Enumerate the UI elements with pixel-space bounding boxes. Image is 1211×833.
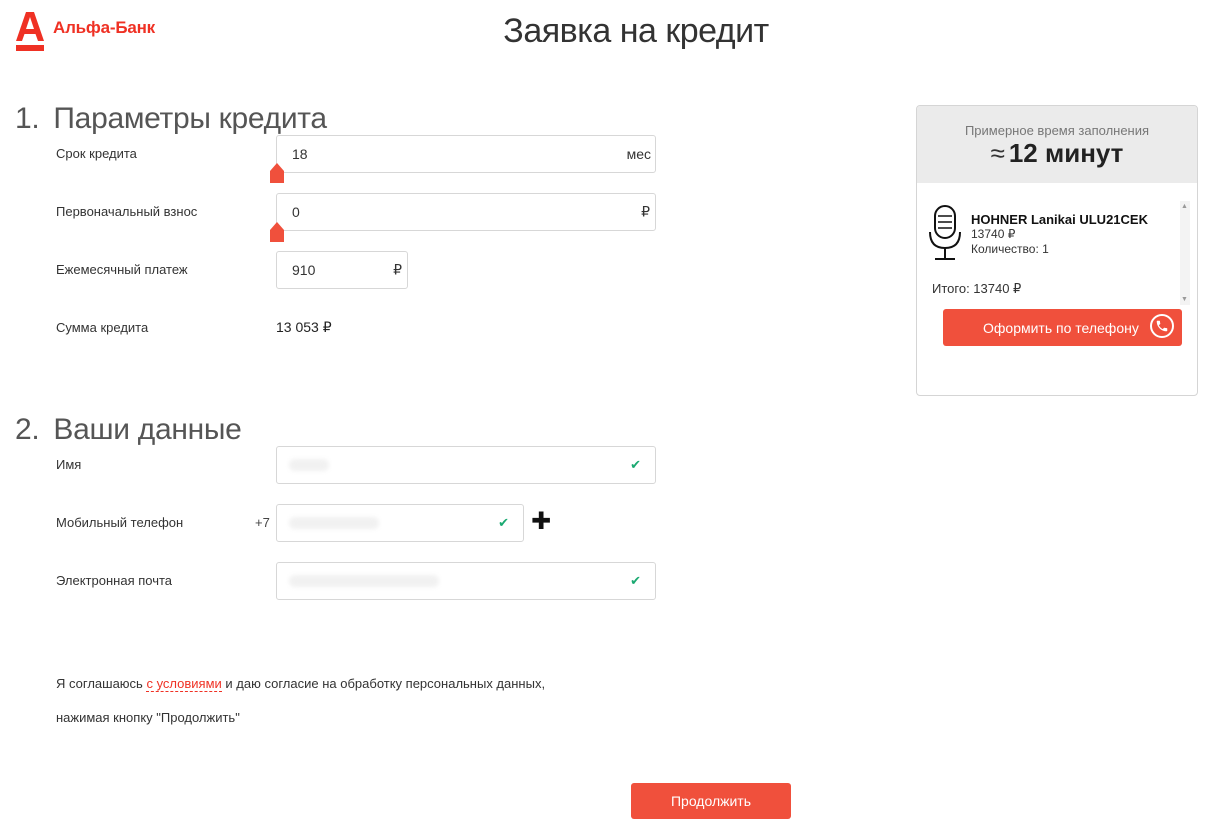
consent-text: Я соглашаюсь с условиями и даю согласие … <box>56 676 546 692</box>
product-price: 13740 ₽ <box>971 227 1016 241</box>
term-input[interactable]: 18 мес <box>276 135 656 173</box>
fill-time-caption: Примерное время заполнения <box>964 123 1150 138</box>
terms-link[interactable]: с условиями <box>146 676 222 692</box>
term-value: 18 <box>292 146 308 162</box>
term-unit: мес <box>626 146 651 162</box>
product-quantity: Количество: 1 <box>971 242 1049 256</box>
section-title-text: Ваши данные <box>53 413 242 446</box>
section-number: 2. <box>15 413 40 446</box>
fill-time-panel: Примерное время заполнения ≈12 минут <box>917 106 1197 183</box>
order-by-phone-button[interactable]: Оформить по телефону <box>943 309 1182 346</box>
cart-list: HOHNER Lanikai ULU21CEK 13740 ₽ Количест… <box>917 184 1197 307</box>
monthly-payment-input[interactable]: 910 ₽ <box>276 251 408 289</box>
down-payment-input[interactable]: 0 ₽ <box>276 193 656 231</box>
term-slider-handle[interactable] <box>270 163 284 183</box>
fill-time-text: 12 минут <box>1008 138 1124 168</box>
blurred-value <box>289 575 439 587</box>
approx-sign: ≈ <box>990 138 1005 168</box>
section-your-data-title: 2. Ваши данные <box>15 413 242 447</box>
term-label: Срок кредита <box>56 146 137 161</box>
name-label: Имя <box>56 457 82 472</box>
add-phone-button[interactable]: ✚ <box>531 510 551 534</box>
monthly-payment-unit: ₽ <box>393 261 402 278</box>
section-credit-params-title: 1. Параметры кредита <box>15 102 327 136</box>
blurred-value <box>289 517 379 529</box>
credit-sum-value: 13 053 ₽ <box>276 319 332 335</box>
phone-input[interactable]: ✔ <box>276 504 524 542</box>
down-payment-value: 0 <box>292 204 300 220</box>
phone-label: Мобильный телефон <box>56 515 184 530</box>
down-payment-label: Первоначальный взнос <box>56 204 198 219</box>
cart-scrollbar[interactable]: ▲ ▼ <box>1180 201 1190 305</box>
consent-after: и даю согласие на обработку персональных… <box>221 676 546 691</box>
monthly-payment-label: Ежемесячный платеж <box>56 262 188 277</box>
down-payment-slider-handle[interactable] <box>270 222 284 242</box>
cart-total: Итого: 13740 ₽ <box>932 281 1022 296</box>
fill-time-value: ≈12 минут <box>917 138 1197 169</box>
product-name: HOHNER Lanikai ULU21CEK <box>971 212 1148 227</box>
microphone-icon <box>929 205 961 260</box>
order-sidebar: Примерное время заполнения ≈12 минут HOH… <box>916 105 1198 396</box>
scroll-up-icon[interactable]: ▲ <box>1181 203 1188 210</box>
valid-check-icon: ✔ <box>498 515 509 530</box>
valid-check-icon: ✔ <box>630 457 641 472</box>
continue-button[interactable]: Продолжить <box>631 783 791 819</box>
phone-icon <box>1150 314 1174 338</box>
down-payment-unit: ₽ <box>641 203 650 220</box>
phone-prefix: +7 <box>255 515 270 530</box>
credit-sum-label: Сумма кредита <box>56 320 149 335</box>
monthly-payment-value: 910 <box>292 262 316 278</box>
section-title-text: Параметры кредита <box>53 102 327 135</box>
email-input[interactable]: ✔ <box>276 562 656 600</box>
section-number: 1. <box>15 102 40 135</box>
scroll-down-icon[interactable]: ▼ <box>1181 296 1188 303</box>
consent-before: Я соглашаюсь <box>56 676 147 691</box>
page-title: Заявка на кредит <box>503 12 769 50</box>
valid-check-icon: ✔ <box>630 573 641 588</box>
name-input[interactable]: ✔ <box>276 446 656 484</box>
blurred-value <box>289 459 329 471</box>
email-label: Электронная почта <box>56 573 173 588</box>
consent-text-line2: нажимая кнопку "Продолжить" <box>56 710 240 725</box>
order-by-phone-label: Оформить по телефону <box>983 319 1139 336</box>
